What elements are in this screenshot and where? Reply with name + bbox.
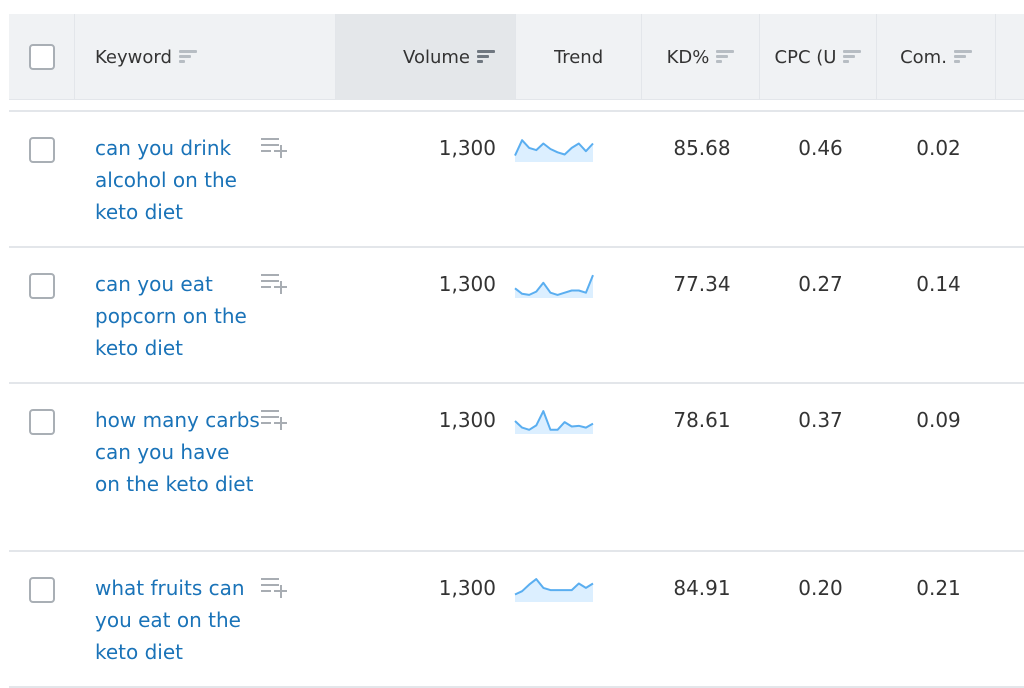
trend-sparkline (514, 578, 594, 602)
header-volume[interactable]: Volume (336, 14, 516, 100)
sort-icon[interactable] (953, 50, 972, 64)
keyword-cell: how many carbs can you have on the keto … (75, 384, 261, 550)
sort-icon[interactable] (477, 50, 495, 64)
add-to-list-cell (261, 552, 336, 686)
cpc-value: 0.27 (798, 272, 843, 296)
table-header: Keyword Volume Trend KD% CPC (U Com. (9, 14, 1024, 100)
header-select-cell (9, 14, 75, 100)
add-to-list-cell (261, 112, 336, 246)
table-row: can you eat popcorn on the keto diet 1,3… (9, 248, 1024, 384)
trend-sparkline (514, 274, 594, 298)
sort-icon[interactable] (178, 50, 197, 64)
header-keyword-label: Keyword (95, 46, 172, 68)
volume-value: 1,300 (438, 136, 496, 160)
com-value: 0.14 (916, 272, 961, 296)
row-select-cell (9, 552, 75, 686)
header-next-column (996, 14, 1024, 100)
header-com[interactable]: Com. (877, 14, 996, 100)
table-body: can you drink alcohol on the keto diet 1… (9, 112, 1024, 688)
playlist-add-icon[interactable] (261, 138, 287, 158)
table-row: what fruits can you eat on the keto diet… (9, 552, 1024, 688)
table-row: can you drink alcohol on the keto diet 1… (9, 112, 1024, 248)
cpc-value: 0.20 (798, 576, 843, 600)
sort-icon[interactable] (843, 50, 862, 64)
keyword-link[interactable]: can you eat popcorn on the keto diet (95, 268, 260, 364)
volume-value: 1,300 (438, 408, 496, 432)
cpc-value: 0.37 (798, 408, 843, 432)
table-row: how many carbs can you have on the keto … (9, 384, 1024, 552)
row-checkbox[interactable] (29, 273, 55, 299)
header-com-label: Com. (900, 46, 947, 68)
com-value: 0.09 (916, 408, 961, 432)
header-cpc[interactable]: CPC (U (760, 14, 877, 100)
header-cpc-label: CPC (U (774, 46, 837, 68)
sort-icon[interactable] (716, 50, 735, 64)
kd-value: 78.61 (673, 408, 731, 432)
add-to-list-cell (261, 384, 336, 550)
trend-sparkline (514, 139, 594, 162)
select-all-checkbox[interactable] (28, 44, 55, 70)
trend-line (514, 410, 594, 431)
playlist-add-icon[interactable] (261, 274, 287, 294)
trend-cell (496, 552, 642, 686)
header-keyword[interactable]: Keyword (75, 14, 336, 100)
row-checkbox[interactable] (29, 577, 55, 603)
trend-cell (496, 248, 642, 382)
kd-value: 77.34 (673, 272, 731, 296)
row-checkbox[interactable] (29, 137, 55, 163)
volume-value: 1,300 (438, 576, 496, 600)
playlist-add-icon[interactable] (261, 410, 287, 430)
header-kd[interactable]: KD% (642, 14, 760, 100)
com-value: 0.21 (916, 576, 961, 600)
trend-cell (496, 384, 642, 550)
row-select-cell (9, 248, 75, 382)
trend-line (514, 274, 594, 296)
header-separator (9, 100, 1024, 112)
keyword-cell: what fruits can you eat on the keto diet (75, 552, 261, 686)
keyword-link[interactable]: what fruits can you eat on the keto diet (95, 572, 260, 668)
header-volume-label: Volume (403, 46, 470, 68)
keyword-table: Keyword Volume Trend KD% CPC (U Com. can… (9, 14, 1024, 688)
header-kd-label: KD% (666, 46, 710, 68)
trend-cell (496, 112, 642, 246)
keyword-link[interactable]: how many carbs can you have on the keto … (95, 404, 260, 500)
playlist-add-icon[interactable] (261, 578, 287, 598)
row-select-cell (9, 384, 75, 550)
volume-value: 1,300 (438, 272, 496, 296)
add-to-list-cell (261, 248, 336, 382)
header-trend-label: Trend (553, 46, 604, 68)
trend-sparkline (514, 410, 594, 434)
header-trend: Trend (516, 14, 642, 100)
com-value: 0.02 (916, 136, 961, 160)
keyword-link[interactable]: can you drink alcohol on the keto diet (95, 132, 260, 228)
row-select-cell (9, 112, 75, 246)
kd-value: 85.68 (673, 136, 731, 160)
cpc-value: 0.46 (798, 136, 843, 160)
kd-value: 84.91 (673, 576, 731, 600)
keyword-cell: can you eat popcorn on the keto diet (75, 248, 261, 382)
row-checkbox[interactable] (29, 409, 55, 435)
keyword-cell: can you drink alcohol on the keto diet (75, 112, 261, 246)
